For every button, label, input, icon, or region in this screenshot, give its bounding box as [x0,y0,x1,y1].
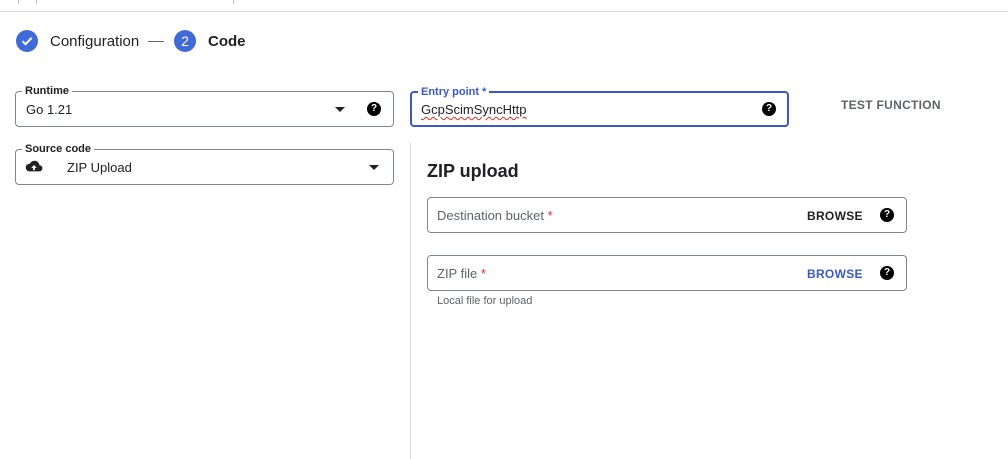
destination-browse-button[interactable]: BROWSE [807,209,863,223]
chevron-down-icon [369,165,379,170]
runtime-select[interactable]: Runtime Go 1.21 ? [15,84,394,127]
zip-file-hint: Local file for upload [437,295,533,307]
destination-bucket-field[interactable]: Destination bucket * BROWSE ? [427,197,907,233]
runtime-value: Go 1.21 [26,102,73,117]
runtime-label: Runtime [22,84,72,98]
help-icon[interactable]: ? [762,102,776,116]
entry-point-field[interactable]: Entry point * GcpScimSyncHttp ? [410,85,789,127]
step-code-label: Code [208,32,246,50]
top-strip [0,0,1008,12]
source-code-label: Source code [22,142,95,156]
destination-bucket-text: Destination bucket [437,208,544,223]
zip-file-placeholder: ZIP file * [437,266,486,281]
step-separator [148,41,164,42]
help-icon[interactable]: ? [880,208,894,222]
zip-upload-title: ZIP upload [427,161,519,181]
entry-point-label: Entry point * [418,85,490,99]
zip-file-browse-button[interactable]: BROWSE [807,267,863,281]
required-mark: * [547,208,553,223]
step-configuration[interactable]: Configuration [16,30,139,52]
help-icon[interactable]: ? [367,102,381,116]
panel-divider [410,143,411,459]
source-code-value: ZIP Upload [67,160,132,175]
step-code[interactable]: 2 Code [174,30,246,52]
strip-mark [233,0,234,4]
help-icon[interactable]: ? [880,266,894,280]
step-configuration-label: Configuration [50,32,140,50]
destination-bucket-placeholder: Destination bucket * [437,208,553,223]
source-code-select[interactable]: Source code ZIP Upload [15,142,394,185]
strip-mark [36,0,37,4]
chevron-down-icon [335,107,345,112]
zip-file-field[interactable]: ZIP file * BROWSE ? [427,255,907,291]
test-function-button[interactable]: TEST FUNCTION [841,98,941,112]
required-mark: * [480,266,486,281]
entry-point-value[interactable]: GcpScimSyncHttp [421,102,526,117]
strip-mark [18,0,19,4]
cloud-upload-icon [25,160,43,179]
zip-file-text: ZIP file [437,266,478,281]
check-icon [16,30,38,52]
step-number-badge: 2 [174,30,196,52]
